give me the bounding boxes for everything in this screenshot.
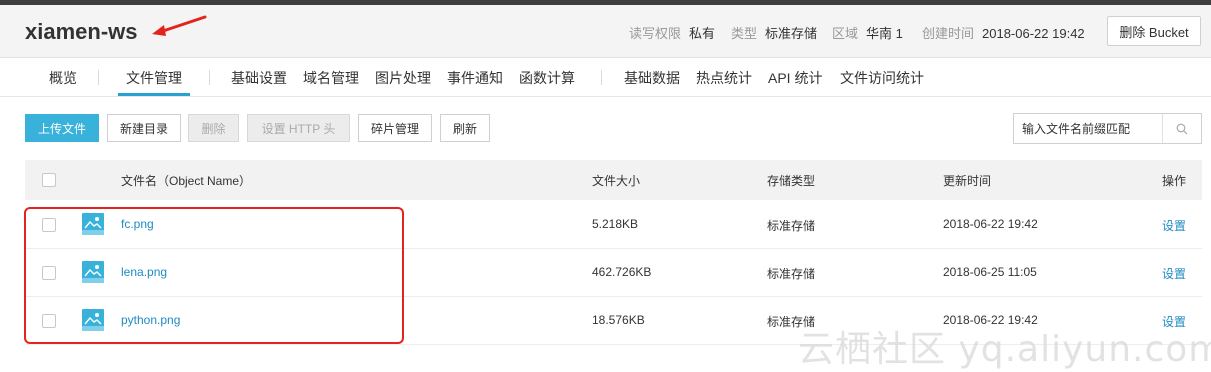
tab-overview[interactable]: 概览 [49, 68, 77, 88]
updated-time: 2018-06-22 19:42 [943, 217, 1038, 231]
set-http-header-button[interactable]: 设置 HTTP 头 [247, 114, 350, 142]
settings-link[interactable]: 设置 [1162, 265, 1186, 282]
column-header-storage: 存储类型 [767, 174, 816, 188]
file-size: 18.576KB [592, 313, 645, 327]
created-value: 2018-06-22 19:42 [982, 26, 1085, 41]
created-meta: 创建时间 2018-06-22 19:42 [922, 23, 1085, 42]
file-size: 5.218KB [592, 217, 639, 231]
active-tab-indicator [118, 93, 190, 96]
updated-time: 2018-06-25 11:05 [943, 265, 1037, 279]
type-meta: 类型 标准存储 [731, 23, 817, 42]
delete-button[interactable]: 删除 [188, 114, 239, 142]
tab-hotspot-stats[interactable]: 热点统计 [696, 68, 752, 88]
refresh-button[interactable]: 刷新 [440, 114, 490, 142]
tab-separator [209, 70, 210, 85]
search-button[interactable] [1162, 114, 1201, 143]
acl-label: 读写权限 [629, 26, 682, 41]
tab-event-notification[interactable]: 事件通知 [447, 68, 503, 88]
region-label: 区域 [832, 26, 859, 41]
annotation-highlight-box [24, 207, 404, 344]
search-icon [1176, 123, 1188, 134]
table-header: 文件名（Object Name） 文件大小 存储类型 更新时间 操作 [25, 160, 1202, 200]
red-arrow-icon [152, 15, 207, 36]
tab-basic-data[interactable]: 基础数据 [624, 68, 680, 88]
fragment-management-button[interactable]: 碎片管理 [358, 114, 432, 142]
new-directory-button[interactable]: 新建目录 [107, 114, 181, 142]
column-header-size: 文件大小 [592, 174, 641, 188]
column-header-action: 操作 [1162, 174, 1187, 188]
storage-type: 标准存储 [767, 219, 816, 233]
column-header-updated: 更新时间 [943, 174, 992, 188]
tab-file-management[interactable]: 文件管理 [126, 68, 182, 88]
watermark: 云栖社区 yq.aliyun.com [798, 329, 1211, 370]
main-panel: 概览 文件管理 基础设置 域名管理 图片处理 事件通知 函数计算 基础数据 热点… [0, 58, 1211, 372]
bucket-name: xiamen-ws [25, 19, 138, 44]
created-label: 创建时间 [922, 26, 975, 41]
delete-bucket-button[interactable]: 删除 Bucket [1107, 16, 1201, 46]
tab-domain-management[interactable]: 域名管理 [303, 68, 359, 88]
tab-bar: 概览 文件管理 基础设置 域名管理 图片处理 事件通知 函数计算 基础数据 热点… [0, 58, 1211, 97]
bucket-header: xiamen-ws 读写权限 私有 类型 标准存储 区域 华南 1 创建时间 2018-… [0, 5, 1211, 58]
tab-basic-settings[interactable]: 基础设置 [231, 68, 287, 88]
tab-function-compute[interactable]: 函数计算 [519, 68, 575, 88]
select-all-checkbox[interactable] [42, 173, 56, 187]
tab-image-processing[interactable]: 图片处理 [375, 68, 431, 88]
settings-link[interactable]: 设置 [1162, 217, 1186, 234]
tab-separator [98, 70, 99, 85]
upload-file-button[interactable]: 上传文件 [25, 114, 99, 142]
acl-value: 私有 [689, 26, 716, 41]
storage-type: 标准存储 [767, 267, 816, 281]
tab-api-stats[interactable]: API 统计 [768, 68, 822, 88]
search-input[interactable] [1014, 114, 1164, 143]
search-box [1013, 113, 1202, 144]
tab-separator [601, 70, 602, 85]
tab-file-access-stats[interactable]: 文件访问统计 [840, 68, 924, 88]
region-meta: 区域 华南 1 [832, 23, 903, 42]
region-value: 华南 1 [866, 26, 903, 41]
acl-meta: 读写权限 私有 [629, 23, 715, 42]
type-value: 标准存储 [765, 26, 818, 41]
file-size: 462.726KB [592, 265, 652, 279]
column-header-name: 文件名（Object Name） [121, 174, 252, 188]
type-label: 类型 [731, 26, 758, 41]
